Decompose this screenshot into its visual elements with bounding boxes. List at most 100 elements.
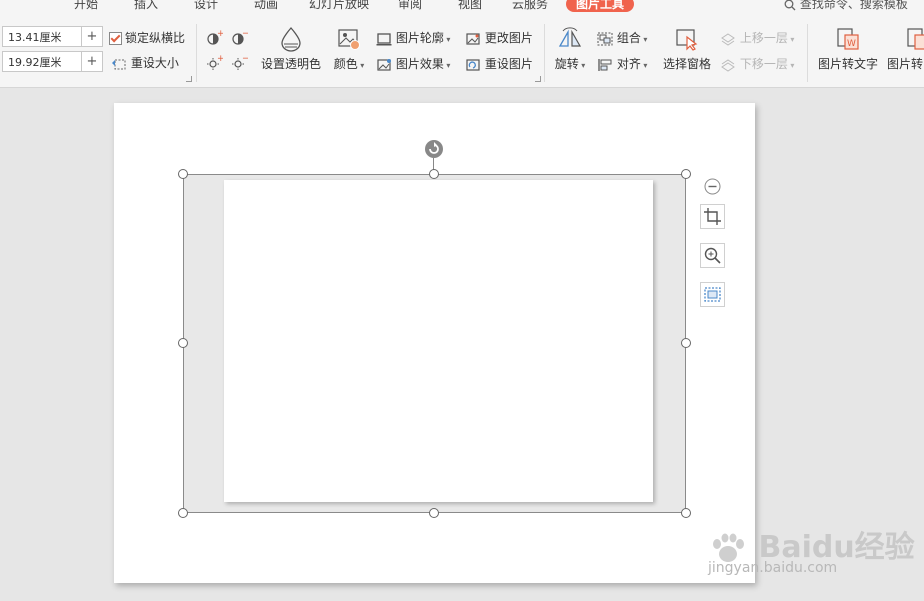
picture-extract-button[interactable] [700, 282, 725, 307]
width-increase-button[interactable]: + [81, 52, 102, 71]
resize-handle-left[interactable] [178, 338, 188, 348]
reset-size-label: 重设大小 [130, 56, 179, 70]
picture-effect-icon [377, 58, 391, 71]
decrease-brightness-icon[interactable]: − [230, 55, 248, 71]
reset-picture-button[interactable]: 重设图片 [465, 55, 533, 72]
svg-text:W: W [847, 39, 856, 49]
group-label: 组合 [616, 31, 641, 45]
tab-view[interactable]: 视图 [458, 0, 482, 12]
crop-icon [704, 208, 721, 225]
svg-text:+: + [217, 55, 223, 64]
zoom-in-icon [704, 247, 721, 264]
bring-forward-icon [721, 32, 735, 46]
picture-convert-icon [907, 28, 924, 50]
increase-contrast-icon[interactable]: + [205, 30, 223, 46]
collapse-minus-icon[interactable] [704, 178, 721, 195]
crop-button[interactable] [700, 204, 725, 229]
height-field[interactable]: 13.41厘米 + [2, 26, 103, 47]
picture-dialog-launcher[interactable] [535, 76, 541, 82]
reset-size-icon [112, 59, 126, 69]
bring-forward-button[interactable]: 上移一层 ▾ [720, 29, 794, 46]
divider [544, 24, 545, 82]
align-label: 对齐 [616, 57, 641, 71]
picture-extract-icon [704, 287, 721, 302]
send-backward-label: 下移一层 [739, 57, 788, 71]
picture-outline-button[interactable]: 图片轮廓 ▾ [376, 29, 450, 46]
picture[interactable] [224, 180, 653, 502]
color-label: 颜色 [333, 57, 358, 71]
picture-color-icon [338, 29, 360, 50]
set-transparent-color-button[interactable]: 设置透明色 [261, 26, 321, 72]
divider [196, 24, 197, 82]
lock-aspect-label: 锁定纵横比 [125, 31, 186, 45]
reset-picture-label: 重设图片 [484, 57, 533, 71]
checkbox-checked-icon [109, 32, 122, 45]
picture-outline-label: 图片轮廓 [395, 31, 444, 45]
ribbon-tabs: 开始 插入 设计 动画 幻灯片放映 审阅 视图 云服务 图片工具 查找命令、搜索… [0, 0, 924, 14]
svg-text:−: − [242, 30, 248, 39]
align-button[interactable]: 对齐 ▾ [597, 55, 647, 72]
search-icon [784, 0, 796, 10]
group-icon [597, 32, 613, 45]
tab-home[interactable]: 开始 [74, 0, 98, 12]
svg-text:+: + [217, 30, 223, 39]
send-backward-button[interactable]: 下移一层 ▾ [720, 55, 794, 72]
tab-review[interactable]: 审阅 [398, 0, 422, 12]
picture-to-text-label: 图片转文字 [817, 57, 878, 71]
reset-size-button[interactable]: 重设大小 [111, 54, 179, 71]
picture-to-text-icon: W [837, 28, 859, 50]
picture-to-text-button[interactable]: W 图片转文字 [817, 26, 879, 72]
picture-effect-button[interactable]: 图片效果 ▾ [376, 55, 450, 72]
bring-forward-label: 上移一层 [739, 31, 788, 45]
lock-aspect-ratio-checkbox[interactable]: 锁定纵横比 [109, 29, 185, 46]
width-field[interactable]: 19.92厘米 + [2, 51, 103, 72]
reset-picture-icon [466, 58, 480, 71]
size-dialog-launcher[interactable] [186, 76, 192, 82]
rotate-icon [558, 27, 582, 47]
search-label: 查找命令、搜索模板 [799, 0, 908, 11]
search-command[interactable]: 查找命令、搜索模板 [784, 0, 908, 12]
tab-animation[interactable]: 动画 [254, 0, 278, 12]
svg-text:−: − [242, 55, 248, 64]
resize-handle-bottom-left[interactable] [178, 508, 188, 518]
width-value: 19.92厘米 [8, 56, 62, 69]
increase-brightness-icon[interactable]: + [205, 55, 223, 71]
rotate-handle-icon[interactable] [424, 139, 444, 159]
resize-handle-top[interactable] [429, 169, 439, 179]
divider [807, 24, 808, 82]
water-drop-icon [281, 27, 301, 52]
decrease-contrast-icon[interactable]: − [230, 30, 248, 46]
watermark-url: jingyan.baidu.com [708, 560, 838, 576]
resize-handle-top-left[interactable] [178, 169, 188, 179]
height-value: 13.41厘米 [8, 31, 62, 44]
rotate-button[interactable]: 旋转 ▾ [552, 26, 588, 72]
change-picture-label: 更改图片 [484, 31, 533, 45]
resize-handle-right[interactable] [681, 338, 691, 348]
selection-pane-icon [676, 29, 698, 51]
set-transparent-label: 设置透明色 [261, 57, 322, 71]
height-increase-button[interactable]: + [81, 27, 102, 46]
send-backward-icon [721, 58, 735, 72]
tab-picture-tools[interactable]: 图片工具 [566, 0, 635, 12]
tab-cloud[interactable]: 云服务 [512, 0, 548, 12]
zoom-preview-button[interactable] [700, 243, 725, 268]
picture-to-more-button[interactable]: 图片转 [887, 26, 924, 72]
tab-design[interactable]: 设计 [194, 0, 218, 12]
align-left-icon [598, 58, 612, 71]
tab-slideshow[interactable]: 幻灯片放映 [309, 0, 369, 12]
rotate-label: 旋转 [554, 57, 579, 71]
ribbon: 13.41厘米 + 19.92厘米 + 锁定纵横比 重设大小 + − + − 设… [0, 14, 924, 88]
picture-effect-label: 图片效果 [395, 57, 444, 71]
resize-handle-bottom[interactable] [429, 508, 439, 518]
selection-pane-label: 选择窗格 [662, 57, 711, 71]
selection-pane-button[interactable]: 选择窗格 [662, 26, 712, 72]
group-button[interactable]: 组合 ▾ [597, 29, 647, 46]
tab-insert[interactable]: 插入 [134, 0, 158, 12]
picture-to-more-label: 图片转 [887, 57, 924, 71]
picture-outline-icon [376, 32, 392, 45]
resize-handle-top-right[interactable] [681, 169, 691, 179]
change-picture-button[interactable]: 更改图片 [465, 29, 533, 46]
resize-handle-bottom-right[interactable] [681, 508, 691, 518]
change-picture-icon [466, 32, 480, 45]
color-button[interactable]: 颜色 ▾ [331, 26, 367, 72]
